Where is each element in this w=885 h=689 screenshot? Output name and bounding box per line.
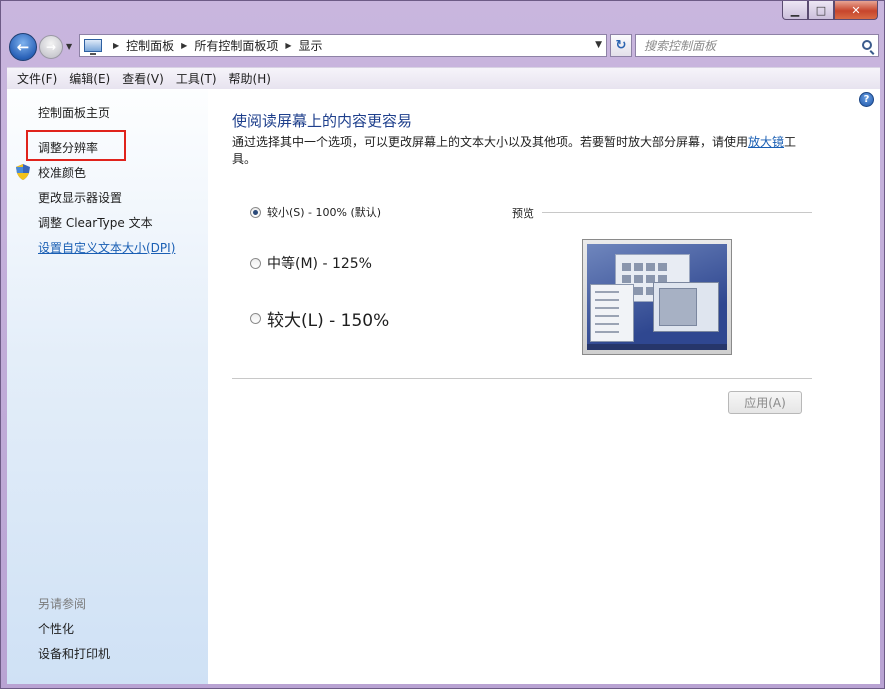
- preview-divider: [542, 212, 812, 213]
- breadcrumb-all-items[interactable]: 所有控制面板项: [194, 37, 278, 54]
- sidebar-item-adjust-resolution[interactable]: 调整分辨率: [38, 139, 98, 156]
- option-larger-label[interactable]: 较大(L) - 150%: [267, 306, 389, 331]
- sidebar-item-display-settings[interactable]: 更改显示器设置: [38, 189, 122, 206]
- option-smaller[interactable]: 较小(S) - 100% (默认): [250, 204, 381, 220]
- preview-window-list: [590, 284, 634, 342]
- chevron-right-icon[interactable]: ▶: [113, 41, 119, 50]
- preview-screen: [587, 244, 727, 350]
- menu-edit[interactable]: 编辑(E): [63, 70, 116, 87]
- preview-window-front: [653, 282, 719, 332]
- page-title: 使阅读屏幕上的内容更容易: [232, 112, 413, 130]
- help-icon[interactable]: ?: [859, 92, 874, 107]
- see-also-personalization[interactable]: 个性化: [38, 620, 74, 637]
- content-area: 控制面板主页 调整分辨率 校准颜色 更改显示器设置 调整 ClearType 文…: [7, 89, 880, 684]
- close-button[interactable]: ✕: [834, 1, 878, 20]
- option-medium[interactable]: 中等(M) - 125%: [250, 253, 372, 273]
- chevron-right-icon[interactable]: ▶: [181, 41, 187, 50]
- menu-help[interactable]: 帮助(H): [223, 70, 277, 87]
- maximize-button[interactable]: □: [808, 1, 834, 20]
- task-pane: 控制面板主页 调整分辨率 校准颜色 更改显示器设置 调整 ClearType 文…: [7, 89, 208, 684]
- address-dropdown-icon[interactable]: ▼: [595, 40, 602, 50]
- shield-icon: [16, 164, 30, 180]
- page-description: 通过选择其中一个选项，可以更改屏幕上的文本大小以及其他项。若要暂时放大部分屏幕，…: [232, 134, 807, 168]
- description-text: 通过选择其中一个选项，可以更改屏幕上的文本大小以及其他项。若要暂时放大部分屏幕，…: [232, 135, 749, 149]
- navigation-bar: ← → ▼ ▶ 控制面板 ▶ 所有控制面板项 ▶ 显示 ▼ ↻ 搜索控制面板: [7, 31, 880, 63]
- preview-taskbar: [587, 344, 727, 350]
- option-larger[interactable]: 较大(L) - 150%: [250, 306, 389, 331]
- see-also-devices-printers[interactable]: 设备和打印机: [38, 645, 110, 662]
- radio-smaller[interactable]: [250, 206, 261, 218]
- breadcrumb-control-panel[interactable]: 控制面板: [126, 37, 174, 54]
- option-medium-label[interactable]: 中等(M) - 125%: [267, 253, 372, 273]
- see-also-heading: 另请参阅: [38, 597, 87, 611]
- radio-larger[interactable]: [250, 313, 261, 324]
- sidebar-item-custom-dpi[interactable]: 设置自定义文本大小(DPI): [38, 239, 175, 256]
- search-icon[interactable]: [862, 40, 872, 50]
- preview-label: 预览: [512, 207, 534, 220]
- minimize-button[interactable]: ▁: [782, 1, 808, 20]
- control-panel-icon: [84, 39, 102, 55]
- sidebar-item-cleartype[interactable]: 调整 ClearType 文本: [38, 214, 153, 231]
- menu-file[interactable]: 文件(F): [11, 70, 63, 87]
- back-button[interactable]: ←: [9, 33, 37, 61]
- apply-button[interactable]: 应用(A): [728, 391, 802, 414]
- sidebar-item-calibrate-color[interactable]: 校准颜色: [38, 164, 86, 181]
- recent-pages-dropdown-icon[interactable]: ▼: [66, 42, 72, 51]
- caption-buttons: ▁ □ ✕: [782, 1, 878, 21]
- option-smaller-label[interactable]: 较小(S) - 100% (默认): [267, 204, 381, 220]
- section-divider: [232, 378, 812, 379]
- preview-image: [582, 239, 732, 355]
- magnifier-link[interactable]: 放大镜: [748, 135, 784, 149]
- refresh-button[interactable]: ↻: [610, 34, 632, 57]
- chevron-right-icon[interactable]: ▶: [285, 41, 291, 50]
- breadcrumb-display[interactable]: 显示: [299, 37, 323, 54]
- refresh-icon: ↻: [615, 38, 627, 53]
- radio-medium[interactable]: [250, 257, 261, 269]
- menu-tools[interactable]: 工具(T): [170, 70, 223, 87]
- search-input[interactable]: 搜索控制面板: [644, 37, 716, 54]
- forward-button[interactable]: →: [39, 35, 63, 59]
- menu-view[interactable]: 查看(V): [116, 70, 170, 87]
- search-box[interactable]: 搜索控制面板: [635, 34, 879, 57]
- menu-bar: 文件(F) 编辑(E) 查看(V) 工具(T) 帮助(H): [7, 67, 880, 89]
- sidebar-item-home[interactable]: 控制面板主页: [38, 104, 110, 121]
- address-bar[interactable]: ▶ 控制面板 ▶ 所有控制面板项 ▶ 显示 ▼: [79, 34, 607, 57]
- control-panel-window: ▁ □ ✕ ← → ▼ ▶ 控制面板 ▶ 所有控制面板项 ▶ 显示 ▼ ↻ 搜索…: [0, 0, 885, 689]
